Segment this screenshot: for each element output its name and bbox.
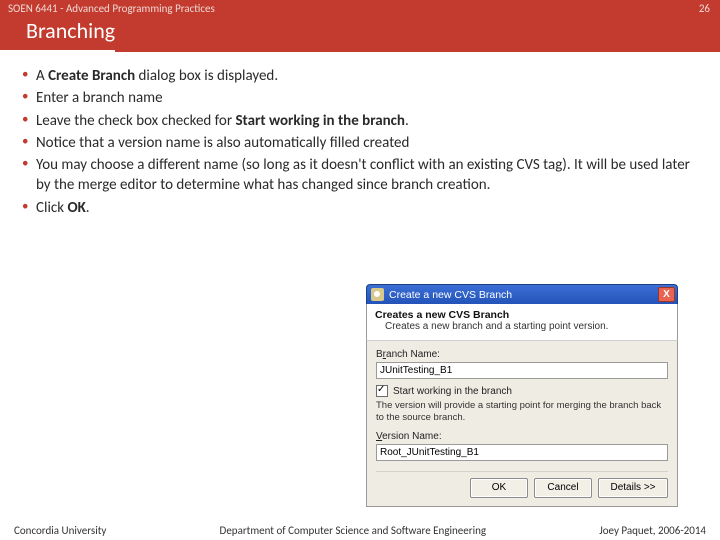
footer-left: Concordia University [14,524,106,537]
start-working-checkbox[interactable] [376,385,388,397]
dialog-icon [371,288,384,301]
bullet: Notice that a version name is also autom… [22,133,698,153]
cancel-button[interactable]: Cancel [534,478,592,498]
slide-header: SOEN 6441 - Advanced Programming Practic… [0,0,720,52]
bullet: Enter a branch name [22,88,698,108]
create-branch-dialog: Create a new CVS Branch X Creates a new … [366,284,678,507]
dialog-titlebar[interactable]: Create a new CVS Branch X [366,284,678,304]
branch-name-input[interactable] [376,362,668,379]
course-title: SOEN 6441 - Advanced Programming Practic… [0,0,720,15]
dialog-note: The version will provide a starting poin… [376,400,668,424]
dialog-subheading: Creates a new branch and a starting poin… [375,321,669,332]
bullet: Leave the check box checked for Start wo… [22,111,698,131]
version-name-label: Version Name: [376,431,668,442]
slide-number: 26 [699,2,710,15]
dialog-body: Branch Name: Start working in the branch… [366,341,678,507]
bullet: A Create Branch dialog box is displayed. [22,66,698,86]
footer-right: Joey Paquet, 2006-2014 [599,524,706,537]
ok-button[interactable]: OK [470,478,528,498]
start-working-label: Start working in the branch [393,386,512,397]
slide-content: A Create Branch dialog box is displayed.… [0,52,720,218]
close-button[interactable]: X [658,287,675,302]
slide-title: Branching [0,17,115,53]
bullet: Click OK. [22,198,698,218]
branch-name-label: Branch Name: [376,349,668,360]
dialog-header: Creates a new CVS Branch Creates a new b… [366,304,678,341]
dialog-title: Create a new CVS Branch [389,289,658,301]
details-button[interactable]: Details >> [598,478,668,498]
footer-center: Department of Computer Science and Softw… [220,524,487,537]
start-working-row[interactable]: Start working in the branch [376,385,668,397]
dialog-heading: Creates a new CVS Branch [375,309,669,321]
version-name-input[interactable] [376,444,668,461]
bullet: You may choose a different name (so long… [22,155,698,196]
dialog-button-row: OK Cancel Details >> [376,471,668,498]
slide-footer: Concordia University Department of Compu… [0,524,720,537]
